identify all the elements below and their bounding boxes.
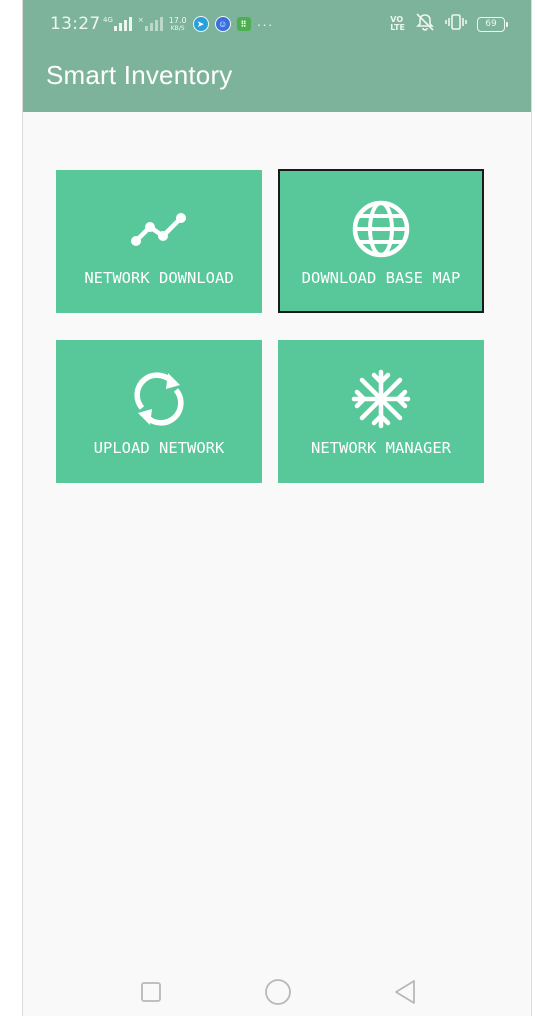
tile-label: NETWORK DOWNLOAD [84, 269, 234, 287]
signal-2-icon: × [138, 17, 163, 31]
signal-1-icon: 4G [103, 17, 132, 31]
volte-icon: VO LTE [390, 15, 405, 32]
square-icon [141, 982, 161, 1002]
more-notifications-icon: ··· [256, 16, 274, 32]
back-triangle-icon [395, 980, 415, 1004]
chat-app-icon: ☺ [214, 16, 231, 32]
tile-label: NETWORK MANAGER [311, 439, 451, 457]
home-button[interactable] [264, 978, 292, 1011]
tile-label: UPLOAD NETWORK [93, 439, 225, 457]
notification-app-icon: ⠿ [236, 17, 251, 31]
net-speed: 17.0 KB/S [168, 15, 187, 32]
status-bar: 13:27 4G × 17.0 KB/S ➤ ☺ ⠿ ··· VO LTE 69 [23, 0, 531, 48]
upload-network-tile[interactable]: UPLOAD NETWORK [56, 340, 262, 483]
vibrate-icon [445, 13, 467, 36]
status-left-icons: 4G × 17.0 KB/S ➤ ☺ ⠿ ··· [103, 14, 274, 34]
network-download-tile[interactable]: NETWORK DOWNLOAD [56, 170, 262, 313]
mute-icon [415, 12, 435, 36]
globe-icon [350, 198, 412, 260]
line-chart-icon [128, 198, 190, 260]
telegram-icon: ➤ [192, 16, 209, 32]
status-time: 13:27 [50, 14, 101, 34]
snowflake-icon [350, 368, 412, 430]
tile-label: DOWNLOAD BASE MAP [301, 269, 461, 287]
phone-screen: 13:27 4G × 17.0 KB/S ➤ ☺ ⠿ ··· VO LTE 69… [22, 0, 532, 1016]
app-title: Smart Inventory [46, 60, 233, 90]
battery-icon: 69 [477, 16, 508, 32]
download-base-map-tile[interactable]: DOWNLOAD BASE MAP [278, 169, 484, 313]
circle-icon [265, 979, 291, 1005]
status-right-icons: VO LTE 69 [390, 12, 508, 36]
network-manager-tile[interactable]: NETWORK MANAGER [278, 340, 484, 483]
sync-icon [128, 368, 190, 430]
app-bar: 13:27 4G × 17.0 KB/S ➤ ☺ ⠿ ··· VO LTE 69… [23, 0, 531, 112]
back-button[interactable] [393, 979, 417, 1010]
recents-button[interactable] [140, 981, 162, 1008]
